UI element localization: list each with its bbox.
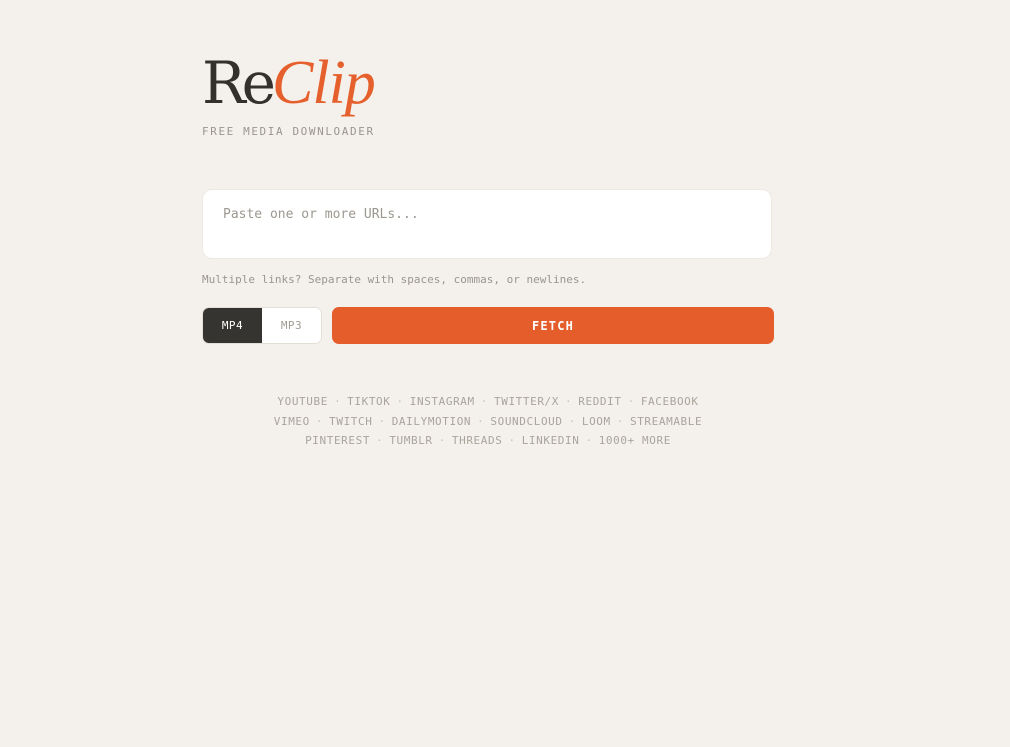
url-input-box [202, 189, 772, 259]
platform-item: REDDIT [578, 395, 622, 408]
platform-item: INSTAGRAM [409, 395, 475, 408]
separator: · [627, 395, 635, 408]
controls-row: MP4 MP3 FETCH [202, 307, 774, 344]
tagline: FREE MEDIA DOWNLOADER [202, 125, 375, 138]
platform-item: LOOM [581, 414, 611, 428]
separator: · [333, 395, 342, 408]
url-input[interactable] [203, 190, 771, 258]
fetch-button[interactable]: FETCH [332, 307, 774, 344]
format-toggle: MP4 MP3 [202, 307, 322, 344]
separator: · [616, 414, 624, 428]
platform-item: DAILYMOTION [391, 414, 472, 428]
logo-re: Re [202, 49, 276, 117]
separator: · [565, 395, 573, 408]
format-option-mp3[interactable]: MP3 [262, 308, 321, 343]
format-option-mp4[interactable]: MP4 [203, 308, 262, 343]
platform-item: LINKEDIN [521, 434, 580, 447]
platform-line-1: YOUTUBE · TIKTOK · INSTAGRAM · TWITTER/X · REDDI… [202, 392, 774, 412]
input-hint: Multiple links? Separate with spaces, co… [202, 273, 587, 286]
separator: · [438, 434, 446, 447]
logo: ReClip [202, 49, 376, 117]
separator: · [568, 414, 576, 428]
separator: · [585, 434, 593, 447]
platform-item: YOUTUBE [277, 395, 328, 408]
platform-line-2: VIMEO · TWITCH · DAILYMOTION · SOUNDCLOUD · LOOM… [202, 412, 774, 432]
platform-item: 1000+ MORE [598, 434, 671, 447]
platform-line-3: PINTEREST · TUMBLR · THREADS · LINKEDIN · 1000+ … [202, 431, 774, 451]
logo-clip: Clip [272, 49, 376, 117]
separator: · [378, 414, 386, 428]
platform-item: PINTEREST [305, 434, 371, 447]
platform-item: STREAMABLE [629, 414, 703, 428]
platform-item: SOUNDCLOUD [490, 414, 563, 428]
separator: · [480, 395, 488, 408]
platform-item: TUMBLR [389, 434, 433, 447]
separator: · [477, 414, 485, 428]
platform-item: THREADS [451, 434, 503, 447]
platform-item: TWITCH [329, 414, 373, 428]
platform-item: TWITTER/X [494, 395, 560, 408]
separator: · [315, 414, 324, 428]
separator: · [508, 434, 516, 447]
platform-item: TIKTOK [347, 395, 391, 408]
supported-platforms: YOUTUBE · TIKTOK · INSTAGRAM · TWITTER/X · REDDI… [202, 392, 774, 451]
separator: · [376, 434, 384, 447]
platform-item: VIMEO [273, 414, 310, 428]
platform-item: FACEBOOK [640, 395, 699, 408]
separator: · [396, 395, 404, 408]
